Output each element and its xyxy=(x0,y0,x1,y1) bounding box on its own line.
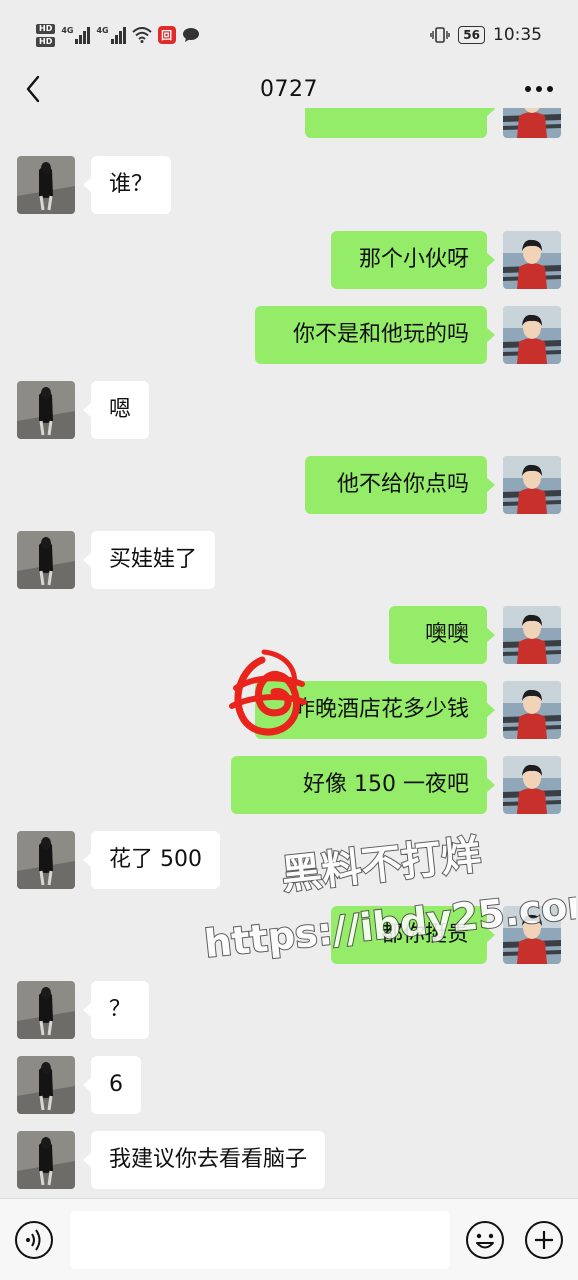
my-avatar[interactable] xyxy=(503,456,561,514)
message-bubble[interactable]: 你不是和他玩的吗 xyxy=(255,306,495,364)
vibrate-icon xyxy=(430,27,450,43)
plus-icon xyxy=(525,1221,563,1259)
voice-icon xyxy=(15,1221,53,1259)
contact-avatar[interactable] xyxy=(17,1056,75,1114)
my-avatar[interactable] xyxy=(503,306,561,364)
message-input[interactable] xyxy=(70,1211,450,1269)
my-avatar[interactable] xyxy=(503,756,561,814)
contact-avatar[interactable] xyxy=(17,381,75,439)
watermark-line-2: https://ibdy25.com xyxy=(202,880,576,960)
hd-indicators: HD HD xyxy=(36,23,56,47)
voice-button[interactable] xyxy=(14,1220,54,1260)
wifi-icon xyxy=(131,27,152,43)
message-bubble[interactable] xyxy=(305,108,495,138)
status-indicators: HD HD 4G 4G 回 xyxy=(36,23,200,47)
received-message-row: 谁？ xyxy=(0,156,578,216)
hd-badge-1: HD xyxy=(36,23,56,34)
contact-avatar[interactable] xyxy=(17,531,75,589)
message-bubble[interactable]: 他不给你点吗 xyxy=(305,456,495,514)
status-bar: HD HD 4G 4G 回 56 10:35 xyxy=(0,0,578,70)
signal-icon-1: 4G xyxy=(61,26,91,44)
my-avatar[interactable] xyxy=(503,606,561,664)
message-bubble[interactable]: 我建议你去看看脑子 xyxy=(82,1131,326,1189)
signal-icon-2: 4G xyxy=(96,26,126,44)
back-button[interactable] xyxy=(18,72,48,106)
chat-header: 0727 xyxy=(0,70,578,108)
received-message-row: 嗯 xyxy=(0,381,578,441)
received-message-row: 6 xyxy=(0,1056,578,1116)
my-avatar[interactable] xyxy=(503,681,561,739)
input-bar xyxy=(0,1198,578,1280)
red-scribble xyxy=(229,649,307,736)
my-avatar[interactable] xyxy=(503,108,561,138)
received-message-row: 我建议你去看看脑子 xyxy=(0,1131,578,1191)
emoji-icon xyxy=(466,1221,504,1259)
sent-message-row: 你不是和他玩的吗 xyxy=(0,306,578,366)
my-avatar[interactable] xyxy=(503,231,561,289)
clock: 10:35 xyxy=(493,25,542,45)
network-type-2: 4G xyxy=(96,26,109,35)
sent-message-row: 他不给你点吗 xyxy=(0,456,578,516)
message-bubble[interactable]: 谁？ xyxy=(82,156,172,214)
sent-message-row: 好像 150 一夜吧 xyxy=(0,756,578,816)
received-message-row: 买娃娃了 xyxy=(0,531,578,591)
app-notification-icon: 回 xyxy=(157,26,176,44)
contact-avatar[interactable] xyxy=(17,1131,75,1189)
watermark-line-1: 黑料不打烊 xyxy=(280,832,484,899)
message-bubble[interactable]: 噢噢 xyxy=(389,606,495,664)
contact-avatar[interactable] xyxy=(17,156,75,214)
message-bubble[interactable]: 好像 150 一夜吧 xyxy=(231,756,495,814)
watermark: 黑料不打烊 https://ibdy25.com xyxy=(201,831,576,960)
message-bubble[interactable]: 嗯 xyxy=(82,381,150,439)
message-bubble[interactable]: 那个小伙呀 xyxy=(331,231,495,289)
emoji-button[interactable] xyxy=(465,1220,505,1260)
battery-level: 56 xyxy=(458,26,485,44)
chat-notification-icon xyxy=(182,28,199,42)
more-options-button[interactable] xyxy=(522,76,556,102)
contact-avatar[interactable] xyxy=(17,981,75,1039)
message-bubble[interactable]: ？ xyxy=(82,981,150,1039)
more-dots-icon xyxy=(525,86,553,92)
more-functions-button[interactable] xyxy=(524,1220,564,1260)
contact-avatar[interactable] xyxy=(17,831,75,889)
status-right: 56 10:35 xyxy=(430,25,542,45)
hd-badge-2: HD xyxy=(36,36,56,47)
back-arrow-icon xyxy=(26,75,40,103)
chat-title: 0727 xyxy=(260,76,318,102)
message-bubble[interactable]: 买娃娃了 xyxy=(82,531,216,589)
message-bubble[interactable]: 6 xyxy=(83,1056,141,1114)
sent-message-row: 那个小伙呀 xyxy=(0,231,578,291)
sent-message-row xyxy=(0,108,578,140)
received-message-row: ？ xyxy=(0,981,578,1041)
network-type-1: 4G xyxy=(61,26,74,35)
